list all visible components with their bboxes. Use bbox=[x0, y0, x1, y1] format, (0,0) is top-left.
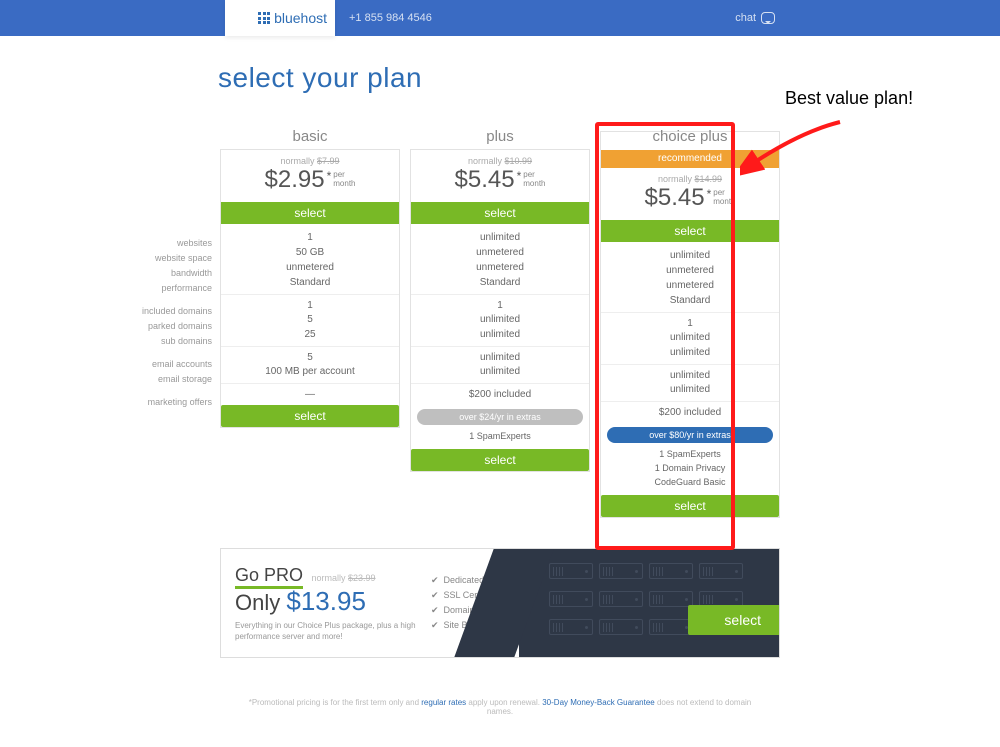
select-basic-bottom[interactable]: select bbox=[221, 405, 399, 427]
basic-marketing-offers: — bbox=[221, 383, 399, 401]
choice-included-domains: 1 bbox=[601, 312, 779, 330]
select-choice-bottom[interactable]: select bbox=[601, 495, 779, 517]
basic-parked-domains: 5 bbox=[221, 312, 399, 327]
price-box-plus: normally $10.99 $5.45 * permonth bbox=[411, 150, 589, 202]
choice-extras-pill: over $80/yr in extras bbox=[607, 427, 773, 443]
label-email-storage: email storage bbox=[100, 372, 212, 387]
select-basic-top[interactable]: select bbox=[221, 202, 399, 224]
gopro-old-price: normally $23.99 bbox=[311, 573, 375, 583]
plan-basic: normally $7.99 $2.95 * permonth select 1… bbox=[220, 149, 400, 428]
choice-websites: unlimited bbox=[601, 248, 779, 263]
basic-email-storage: 100 MB per account bbox=[221, 364, 399, 379]
choice-sub-domains: unlimited bbox=[601, 345, 779, 360]
logo-grid-icon bbox=[258, 12, 270, 24]
choice-extra-3: CodeGuard Basic bbox=[601, 475, 779, 489]
label-websites: websites bbox=[100, 236, 212, 251]
gopro-title-row: Go PRO normally $23.99 bbox=[235, 565, 423, 586]
arrow-icon bbox=[740, 112, 850, 182]
chat-label: chat bbox=[735, 12, 756, 24]
link-guarantee[interactable]: 30-Day Money-Back Guarantee bbox=[542, 698, 655, 707]
label-marketing-offers: marketing offers bbox=[100, 395, 212, 410]
link-regular-rates[interactable]: regular rates bbox=[421, 698, 466, 707]
choice-extra-1: 1 SpamExperts bbox=[601, 447, 779, 461]
plan-name-plus: plus bbox=[410, 122, 590, 149]
plus-email-accounts: unlimited bbox=[411, 346, 589, 364]
server-illustration bbox=[519, 549, 779, 657]
choice-bandwidth: unmetered bbox=[601, 278, 779, 293]
old-price-basic: normally $7.99 bbox=[221, 156, 399, 166]
select-plus-bottom[interactable]: select bbox=[411, 449, 589, 471]
basic-email-accounts: 5 bbox=[221, 346, 399, 364]
chat-icon bbox=[761, 12, 775, 24]
plan-plus-wrap: plus normally $10.99 $5.45 * permonth se… bbox=[410, 122, 590, 518]
plus-website-space: unmetered bbox=[411, 245, 589, 260]
price-plus: $5.45 bbox=[455, 166, 515, 194]
plus-parked-domains: unlimited bbox=[411, 312, 589, 327]
label-included-domains: included domains bbox=[100, 304, 212, 319]
choice-website-space: unmetered bbox=[601, 263, 779, 278]
plus-included-domains: 1 bbox=[411, 294, 589, 312]
plus-extra-1: 1 SpamExperts bbox=[411, 429, 589, 443]
gopro-price: Only $13.95 bbox=[235, 586, 423, 617]
old-price-plus: normally $10.99 bbox=[411, 156, 589, 166]
select-plus-top[interactable]: select bbox=[411, 202, 589, 224]
choice-email-accounts: unlimited bbox=[601, 364, 779, 382]
callout-text: Best value plan! bbox=[785, 88, 913, 109]
plan-plus: normally $10.99 $5.45 * permonth select … bbox=[410, 149, 590, 472]
basic-bandwidth: unmetered bbox=[221, 260, 399, 275]
plans-row: basic normally $7.99 $2.95 * permonth se… bbox=[220, 122, 780, 518]
basic-website-space: 50 GB bbox=[221, 245, 399, 260]
basic-performance: Standard bbox=[221, 275, 399, 290]
plus-marketing-offers: $200 included bbox=[411, 383, 589, 401]
price-basic: $2.95 bbox=[265, 166, 325, 194]
select-choice-top[interactable]: select bbox=[601, 220, 779, 242]
support-phone[interactable]: +1 855 984 4546 bbox=[349, 12, 432, 24]
basic-included-domains: 1 bbox=[221, 294, 399, 312]
label-performance: performance bbox=[100, 281, 212, 296]
plus-sub-domains: unlimited bbox=[411, 327, 589, 342]
choice-parked-domains: unlimited bbox=[601, 330, 779, 345]
label-website-space: website space bbox=[100, 251, 212, 266]
main-container: select your plan websites website space … bbox=[220, 62, 780, 716]
feature-label-column: websites website space bandwidth perform… bbox=[100, 236, 220, 410]
top-bar: bluehost +1 855 984 4546 chat bbox=[0, 0, 1000, 36]
plus-websites: unlimited bbox=[411, 230, 589, 245]
go-pro-panel: Go PRO normally $23.99 Only $13.95 Every… bbox=[220, 548, 780, 658]
plus-email-storage: unlimited bbox=[411, 364, 589, 379]
plus-bandwidth: unmetered bbox=[411, 260, 589, 275]
plan-name-basic: basic bbox=[220, 122, 400, 149]
plan-choice: recommended normally $14.99 $5.45 * perm… bbox=[600, 131, 780, 518]
select-gopro[interactable]: select bbox=[688, 605, 780, 635]
label-sub-domains: sub domains bbox=[100, 334, 212, 349]
label-email-accounts: email accounts bbox=[100, 357, 212, 372]
price-box-basic: normally $7.99 $2.95 * permonth bbox=[221, 150, 399, 202]
basic-sub-domains: 25 bbox=[221, 327, 399, 342]
label-parked-domains: parked domains bbox=[100, 319, 212, 334]
choice-performance: Standard bbox=[601, 293, 779, 308]
choice-extra-2: 1 Domain Privacy bbox=[601, 461, 779, 475]
price-choice: $5.45 bbox=[645, 184, 705, 212]
brand-name: bluehost bbox=[274, 10, 327, 26]
label-bandwidth: bandwidth bbox=[100, 266, 212, 281]
promo-footnote: *Promotional pricing is for the first te… bbox=[220, 698, 780, 716]
choice-marketing-offers: $200 included bbox=[601, 401, 779, 419]
page-title: select your plan bbox=[218, 62, 780, 94]
choice-email-storage: unlimited bbox=[601, 382, 779, 397]
plus-performance: Standard bbox=[411, 275, 589, 290]
plus-extras-pill: over $24/yr in extras bbox=[417, 409, 583, 425]
basic-websites: 1 bbox=[221, 230, 399, 245]
chat-link[interactable]: chat bbox=[735, 12, 775, 24]
gopro-description: Everything in our Choice Plus package, p… bbox=[235, 620, 423, 642]
brand-logo[interactable]: bluehost bbox=[225, 0, 335, 36]
plan-basic-wrap: basic normally $7.99 $2.95 * permonth se… bbox=[220, 122, 400, 518]
